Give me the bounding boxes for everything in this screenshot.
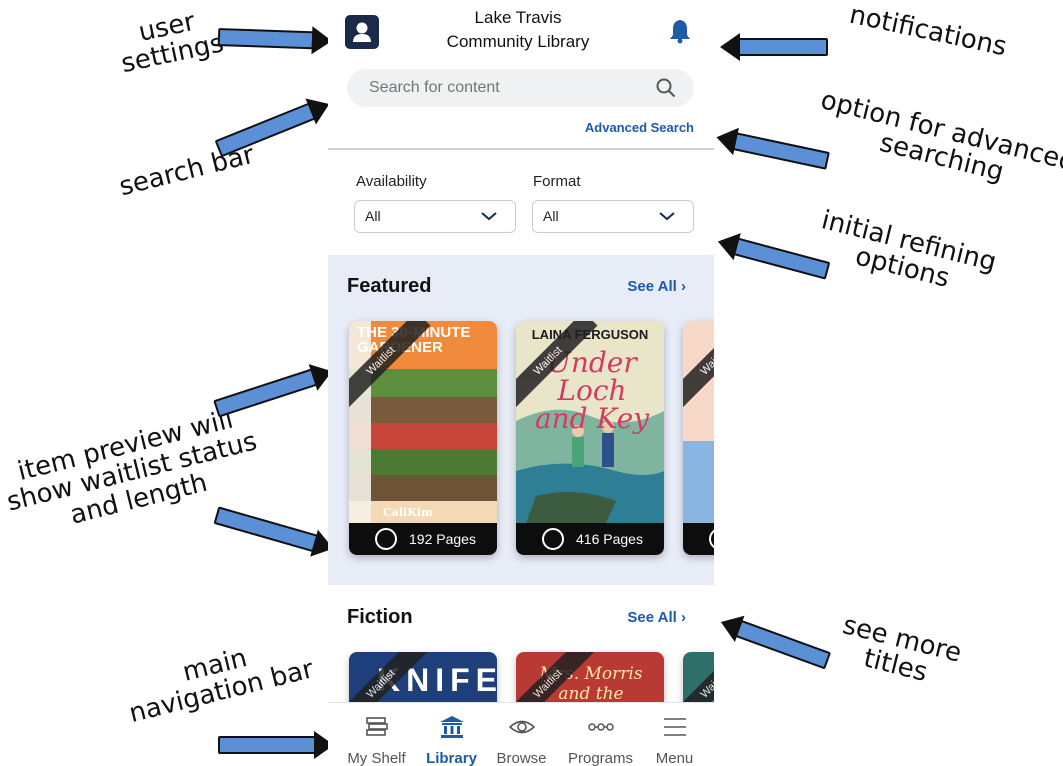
annotation-refining-options: initial refining options (818, 205, 1000, 295)
library-title-line1: Lake Travis (474, 8, 562, 27)
user-icon (353, 22, 371, 42)
book-meta: 416 Pages (516, 523, 664, 555)
advanced-search-link[interactable]: Advanced Search (585, 120, 694, 135)
book-icon (709, 528, 714, 550)
nav-label: Browse (496, 750, 547, 766)
main-navigation-bar: My Shelf Library Browse Programs Menu (328, 702, 714, 766)
arrow-item-preview-status (213, 368, 318, 418)
book-icon (542, 528, 564, 550)
book-meta (683, 523, 714, 555)
library-title: Lake Travis Community Library (418, 6, 618, 54)
arrow-notifications (738, 38, 828, 56)
annotation-advanced-search: option for advanced searching (817, 85, 1063, 188)
annotation-see-more: see more titles (839, 610, 965, 689)
see-all-label: See All (627, 609, 677, 626)
nav-label: Programs (567, 750, 634, 766)
availability-label: Availability (356, 173, 427, 190)
featured-see-all-link[interactable]: See All › (627, 278, 686, 295)
annotation-notifications: notifications (846, 0, 1010, 63)
page-count: 192 Pages (409, 531, 476, 547)
search-input[interactable] (367, 78, 651, 98)
divider (328, 148, 714, 150)
book-card-gardener[interactable]: THE 30-MINUTE GARDENER CaliKim Waitlist … (349, 321, 497, 555)
availability-select[interactable]: All (354, 200, 516, 233)
user-settings-button[interactable] (345, 15, 379, 49)
programs-icon (588, 723, 614, 731)
eye-icon (509, 720, 535, 734)
bell-icon (670, 20, 690, 44)
library-title-line2: Community Library (446, 32, 590, 51)
featured-title: Featured (347, 275, 432, 297)
format-label: Format (533, 173, 581, 190)
menu-icon (664, 718, 686, 736)
arrow-see-more (734, 619, 832, 670)
search-icon[interactable] (656, 78, 676, 98)
arrow-item-preview-length (213, 506, 319, 553)
chevron-down-icon (659, 212, 675, 221)
book-card-partial[interactable]: Waitlist (683, 321, 714, 555)
nav-label: Menu (655, 750, 694, 766)
notifications-button[interactable] (668, 18, 692, 44)
arrow-main-nav (218, 736, 316, 754)
chevron-right-icon: › (681, 278, 686, 295)
chevron-right-icon: › (681, 609, 686, 626)
fiction-title: Fiction (347, 606, 413, 628)
book-card-under-loch-and-key[interactable]: LAINA FERGUSON Under Loch and Key Waitli… (516, 321, 664, 555)
see-all-label: See All (627, 278, 677, 295)
app-screen: Lake Travis Community Library Advanced S… (328, 0, 714, 766)
chevron-down-icon (481, 212, 497, 221)
book-author: CaliKim (383, 506, 433, 519)
format-select[interactable]: All (532, 200, 694, 233)
book-icon (375, 528, 397, 550)
format-value: All (543, 208, 559, 224)
arrow-user-settings (217, 28, 315, 50)
fiction-see-all-link[interactable]: See All › (627, 609, 686, 626)
nav-label: My Shelf (347, 750, 406, 766)
annotation-main-nav: main navigation bar (126, 643, 317, 730)
nav-label: Library (426, 750, 477, 766)
shelf-icon (366, 717, 388, 736)
book-meta: 192 Pages (349, 523, 497, 555)
availability-value: All (365, 208, 381, 224)
arrow-search-bar (214, 102, 316, 158)
page-count: 416 Pages (576, 531, 643, 547)
search-bar[interactable] (347, 69, 694, 107)
library-icon (440, 716, 464, 738)
annotation-user-settings: user settings (118, 6, 227, 80)
